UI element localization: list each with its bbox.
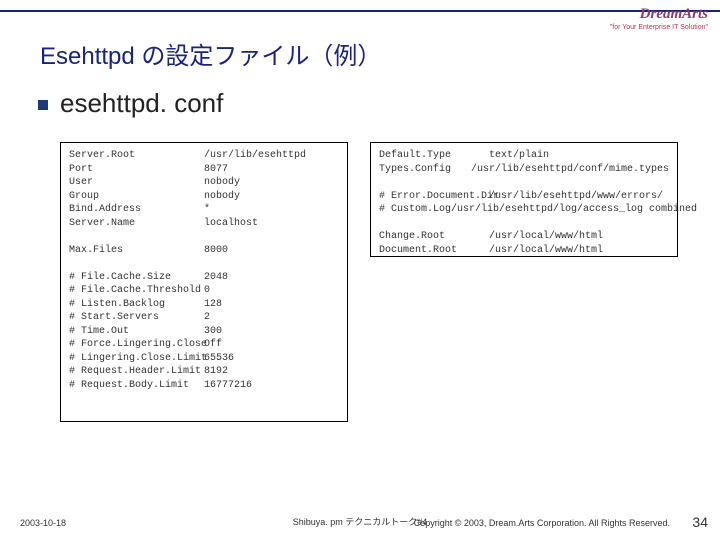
- config-row: Max.Files8000: [69, 244, 339, 258]
- blank-row: [379, 176, 669, 190]
- config-left-box: Server.Root/usr/lib/esehttpd Port8077 Us…: [60, 142, 348, 422]
- config-row: # Error.Document.Dir/usr/lib/esehttpd/ww…: [379, 190, 669, 204]
- config-row: Types.Config/usr/lib/esehttpd/conf/mime.…: [379, 163, 669, 177]
- config-row: Port8077: [69, 163, 339, 177]
- slide: DreamArts "for Your Enterprise IT Soluti…: [0, 0, 720, 540]
- config-row: Server.Namelocalhost: [69, 217, 339, 231]
- config-row: # File.Cache.Size2048: [69, 271, 339, 285]
- config-row: Usernobody: [69, 176, 339, 190]
- config-row: Bind.Address*: [69, 203, 339, 217]
- logo-text: DreamArts: [640, 6, 708, 23]
- config-row: # Lingering.Close.Limit65536: [69, 352, 339, 366]
- subtitle: esehttpd. conf: [60, 88, 223, 119]
- blank-row: [69, 230, 339, 244]
- config-row: # File.Cache.Threshold0: [69, 284, 339, 298]
- logo-tagline: "for Your Enterprise IT Solution": [610, 24, 708, 31]
- config-row: Default.Typetext/plain: [379, 149, 669, 163]
- bullet-icon: [38, 100, 48, 110]
- config-row: # Request.Body.Limit16777216: [69, 379, 339, 393]
- config-row: # Listen.Backlog128: [69, 298, 339, 312]
- config-row: Change.Root/usr/local/www/html: [379, 230, 669, 244]
- config-row: Groupnobody: [69, 190, 339, 204]
- config-row: # Custom.Log/usr/lib/esehttpd/log/access…: [379, 203, 669, 217]
- config-row: Server.Root/usr/lib/esehttpd: [69, 149, 339, 163]
- slide-title: Esehttpd の設定ファイル（例）: [40, 36, 381, 71]
- config-row: # Time.Out300: [69, 325, 339, 339]
- config-right-box: Default.Typetext/plain Types.Config/usr/…: [370, 142, 678, 257]
- config-row: # Request.Header.Limit8192: [69, 365, 339, 379]
- top-divider: [0, 10, 720, 16]
- page-number: 34: [692, 514, 708, 530]
- config-row: # Start.Servers2: [69, 311, 339, 325]
- blank-row: [69, 257, 339, 271]
- footer-copyright: Copyright © 2003, Dream.Arts Corporation…: [414, 518, 670, 528]
- blank-row: [379, 217, 669, 231]
- config-row: # Force.Lingering.CloseOff: [69, 338, 339, 352]
- config-row: Document.Root/usr/local/www/html: [379, 244, 669, 258]
